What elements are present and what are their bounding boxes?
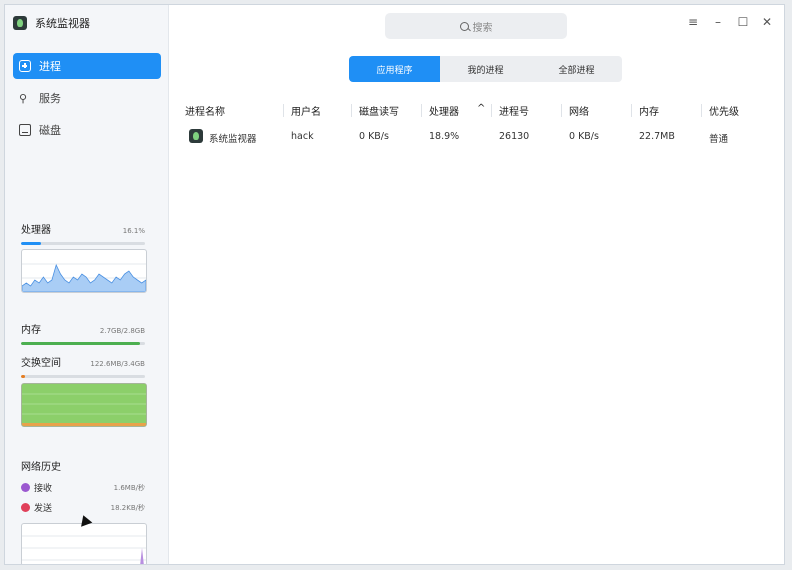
column-header-priority[interactable]: 优先级 xyxy=(709,103,739,118)
menu-icon[interactable]: ≡ xyxy=(685,15,701,29)
memory-history-chart xyxy=(21,383,147,427)
cpu-usage-fill xyxy=(21,242,41,245)
minimize-icon[interactable]: – xyxy=(710,15,726,29)
column-header-disk[interactable]: 磁盘读写 xyxy=(359,103,399,118)
process-user: hack xyxy=(291,131,314,142)
receive-label: 接收 xyxy=(34,484,53,494)
memory-usage-fill xyxy=(21,342,141,345)
sidebar-item-label: 进程 xyxy=(39,60,61,73)
memory-history-graph xyxy=(22,384,146,426)
search-placeholder: 搜索 xyxy=(472,22,493,34)
system-monitor-app-icon xyxy=(189,129,203,143)
network-history-graph xyxy=(22,535,146,564)
column-divider[interactable] xyxy=(701,104,702,117)
tab-all-processes[interactable]: 全部进程 xyxy=(531,56,622,82)
cpu-usage-bar xyxy=(21,242,145,245)
memory-stat: 内存 2.7GB/2.8GB xyxy=(21,321,145,345)
tab-my-processes[interactable]: 我的进程 xyxy=(440,56,531,82)
process-cpu: 18.9% xyxy=(429,131,460,142)
sidebar-item-label: 服务 xyxy=(39,92,61,105)
send-label: 发送 xyxy=(34,504,53,514)
process-filter-tabs: 应用程序 我的进程 全部进程 xyxy=(349,56,622,82)
app-logo-icon xyxy=(13,16,27,30)
process-icon xyxy=(19,60,31,72)
table-row[interactable]: 系统监视器 hack 0 KB/s 18.9% 26130 0 KB/s 22.… xyxy=(183,129,783,147)
search-icon xyxy=(459,21,469,31)
column-divider[interactable] xyxy=(491,104,492,117)
process-pid: 26130 xyxy=(499,131,530,142)
sidebar-nav: 进程 服务 磁盘 xyxy=(13,53,161,149)
memory-usage-bar xyxy=(21,342,145,345)
cpu-history-graph xyxy=(22,263,146,292)
memory-value: 2.7GB/2.8GB xyxy=(99,327,145,335)
process-priority: 普通 xyxy=(709,134,729,145)
process-disk-io: 0 KB/s xyxy=(359,131,389,142)
column-divider[interactable] xyxy=(631,104,632,117)
column-header-pid[interactable]: 进程号 xyxy=(499,103,529,118)
cpu-label: 处理器 xyxy=(21,225,51,236)
app-title-bar: 系统监视器 xyxy=(13,15,90,31)
process-table-header: 进程名称 用户名 磁盘读写 处理器 ^ 进程号 网络 内存 优先级 xyxy=(183,103,783,119)
app-title: 系统监视器 xyxy=(35,17,90,30)
column-header-name[interactable]: 进程名称 xyxy=(185,103,225,118)
sidebar-item-process[interactable]: 进程 xyxy=(13,53,161,79)
column-divider[interactable] xyxy=(561,104,562,117)
cpu-history-chart xyxy=(21,249,147,293)
maximize-icon[interactable]: ☐ xyxy=(735,15,751,29)
network-history-section: 网络历史 xyxy=(21,455,145,474)
network-send-row: 发送 18.2KB/秒 xyxy=(21,501,145,514)
column-divider[interactable] xyxy=(351,104,352,117)
network-history-title: 网络历史 xyxy=(21,462,61,473)
sort-ascending-icon[interactable]: ^ xyxy=(477,103,485,114)
send-dot-icon xyxy=(21,503,30,512)
swap-usage-bar xyxy=(21,375,145,378)
column-divider[interactable] xyxy=(421,104,422,117)
cpu-value: 16.1% xyxy=(122,227,145,235)
tab-applications[interactable]: 应用程序 xyxy=(349,56,440,82)
column-header-user[interactable]: 用户名 xyxy=(291,103,321,118)
receive-value: 1.6MB/秒 xyxy=(113,483,145,492)
disk-icon xyxy=(19,124,31,136)
swap-label: 交换空间 xyxy=(21,358,61,369)
column-divider[interactable] xyxy=(283,104,284,117)
sidebar-item-disks[interactable]: 磁盘 xyxy=(13,117,161,143)
receive-dot-icon xyxy=(21,483,30,492)
network-history-chart xyxy=(21,523,147,564)
system-monitor-window: 系统监视器 进程 服务 磁盘 处理器 16.1% xyxy=(4,4,785,565)
service-icon xyxy=(19,92,31,104)
process-network: 0 KB/s xyxy=(569,131,599,142)
process-memory: 22.7MB xyxy=(639,131,675,142)
swap-stat: 交换空间 122.6MB/3.4GB xyxy=(21,354,145,378)
network-receive-row: 接收 1.6MB/秒 xyxy=(21,481,145,494)
memory-label: 内存 xyxy=(21,325,41,336)
send-value: 18.2KB/秒 xyxy=(110,503,145,512)
sidebar-item-label: 磁盘 xyxy=(39,124,61,137)
sidebar: 系统监视器 进程 服务 磁盘 处理器 16.1% xyxy=(5,5,169,564)
swap-usage-fill xyxy=(21,375,26,378)
swap-value: 122.6MB/3.4GB xyxy=(90,360,145,368)
title-bar: 搜索 ≡ – ☐ ✕ xyxy=(169,5,784,45)
column-header-memory[interactable]: 内存 xyxy=(639,103,659,118)
column-header-cpu[interactable]: 处理器 xyxy=(429,103,459,118)
search-input[interactable]: 搜索 xyxy=(385,13,567,39)
sidebar-item-services[interactable]: 服务 xyxy=(13,85,161,111)
column-header-network[interactable]: 网络 xyxy=(569,103,589,118)
cpu-stat: 处理器 16.1% xyxy=(21,221,145,245)
process-name: 系统监视器 xyxy=(209,134,257,145)
close-icon[interactable]: ✕ xyxy=(759,15,775,29)
